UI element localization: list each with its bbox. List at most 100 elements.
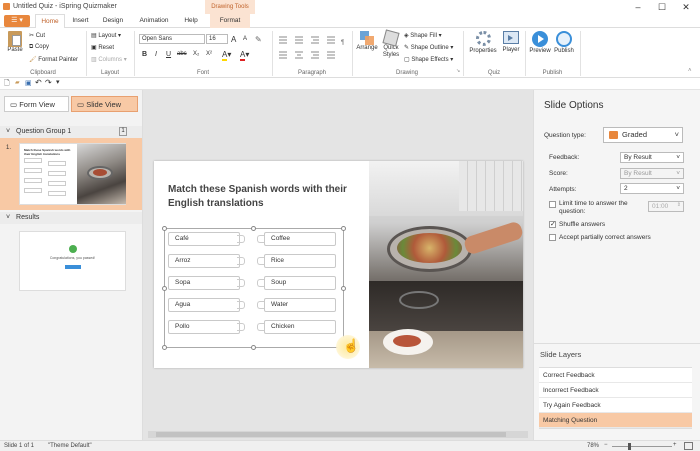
tab-insert[interactable]: Insert <box>68 14 93 28</box>
properties-button[interactable]: Properties <box>468 31 498 54</box>
minimize-button[interactable]: – <box>632 1 644 13</box>
resize-handle[interactable] <box>251 226 256 231</box>
font-size-select[interactable]: 16 <box>206 34 228 44</box>
customize-toolbar-icon[interactable]: ▾ <box>56 78 60 86</box>
zoom-slider-thumb[interactable] <box>628 443 631 450</box>
tab-help[interactable]: Help <box>180 14 202 28</box>
results-header[interactable]: ˅ Results <box>0 212 142 224</box>
layer-incorrect-feedback[interactable]: Incorrect Feedback <box>539 383 692 398</box>
score-select[interactable]: By Result ˅ <box>620 168 684 179</box>
question-group-header[interactable]: ˅ Question Group 1 1 <box>0 126 142 138</box>
tab-design[interactable]: Design <box>98 14 128 28</box>
shape-outline-button[interactable]: ✎ Shape Outline ▾ <box>404 44 453 51</box>
shape-effects-button[interactable]: ▢ Shape Effects ▾ <box>404 56 453 63</box>
attempts-label: Attempts: <box>549 186 577 193</box>
zoom-slider[interactable] <box>612 446 672 447</box>
publish-button[interactable]: Publish <box>552 31 576 54</box>
right-word-item[interactable]: Coffee <box>264 232 336 246</box>
save-icon[interactable]: ▣ <box>25 79 32 87</box>
subscript-button[interactable]: X₂ <box>193 51 199 57</box>
drawing-launcher-icon[interactable]: ↘ <box>456 68 460 74</box>
attempts-select[interactable]: 2 ˅ <box>620 183 684 194</box>
thumbnail-pairs <box>24 158 72 198</box>
resize-handle[interactable] <box>341 226 346 231</box>
tab-home[interactable]: Home <box>35 14 65 28</box>
resize-handle[interactable] <box>162 345 167 350</box>
right-word-item[interactable]: Chicken <box>264 320 336 334</box>
left-word-item[interactable]: Pollo <box>168 320 240 334</box>
resize-handle[interactable] <box>162 286 167 291</box>
highlight-button[interactable]: A▾ <box>222 50 231 61</box>
results-thumbnail[interactable]: Congratulations, you passed! <box>19 231 126 291</box>
resize-handle[interactable] <box>162 226 167 231</box>
question-count-badge: 1 <box>119 127 127 136</box>
slide-view-button[interactable]: ▭ Slide View <box>71 96 138 112</box>
collapse-ribbon-icon[interactable]: ˄ <box>688 68 692 74</box>
left-word-item[interactable]: Sopa <box>168 276 240 290</box>
font-family-select[interactable]: Open Sans <box>139 34 205 44</box>
thumbnail-title: Match these Spanish words with their Eng… <box>24 148 71 156</box>
slide-canvas[interactable]: Match these Spanish words with their Eng… <box>154 161 523 368</box>
fit-to-window-icon[interactable] <box>684 442 693 450</box>
slide-thumbnail[interactable]: Match these Spanish words with their Eng… <box>19 143 126 205</box>
copy-button[interactable]: ⧉ Copy <box>29 44 49 51</box>
right-word-item[interactable]: Water <box>264 298 336 312</box>
right-word-item[interactable]: Rice <box>264 254 336 268</box>
time-limit-input[interactable]: 01:00 ⇕ <box>648 201 684 212</box>
right-word-item[interactable]: Soup <box>264 276 336 290</box>
new-icon[interactable]: 🗋 <box>4 79 10 90</box>
reset-button[interactable]: ▣ Reset <box>91 44 114 51</box>
grow-font-button[interactable]: A <box>231 35 236 44</box>
underline-button[interactable]: U <box>166 51 171 58</box>
publish-group-label: Publish <box>542 70 563 76</box>
resize-handle[interactable] <box>251 345 256 350</box>
undo-icon[interactable]: ↶ <box>35 78 42 87</box>
layer-try-again-feedback[interactable]: Try Again Feedback <box>539 398 692 413</box>
zoom-out-button[interactable]: − <box>604 442 608 448</box>
question-type-select[interactable]: Graded ˅ <box>603 127 683 143</box>
preview-button[interactable]: Preview <box>528 31 552 54</box>
bold-button[interactable]: B <box>142 51 147 58</box>
slide-title[interactable]: Match these Spanish words with their Eng… <box>168 183 348 211</box>
zoom-in-button[interactable]: + <box>673 442 677 448</box>
paint-bucket-icon: ◈ <box>404 33 409 39</box>
spinner-icon: ⇕ <box>676 202 681 208</box>
left-word-item[interactable]: Agua <box>168 298 240 312</box>
tab-format[interactable]: Format <box>210 14 250 28</box>
paste-button[interactable]: Paste <box>5 31 25 53</box>
shrink-font-button[interactable]: A <box>243 36 247 42</box>
left-word-item[interactable]: Arroz <box>168 254 240 268</box>
open-folder-icon[interactable]: ▰ <box>15 79 20 86</box>
player-button[interactable]: Player <box>500 31 522 53</box>
format-painter-button[interactable]: 🖌 Format Painter <box>29 56 78 63</box>
partial-answers-checkbox[interactable] <box>549 234 556 241</box>
shuffle-answers-checkbox[interactable]: ✓ <box>549 221 556 228</box>
layer-matching-question[interactable]: Matching Question <box>539 413 692 428</box>
left-word-item[interactable]: Café <box>168 232 240 246</box>
redo-icon[interactable]: ↷ <box>45 78 52 87</box>
italic-button[interactable]: I <box>155 51 157 58</box>
file-menu-button[interactable]: ☰ ▾ <box>4 15 30 27</box>
layout-button[interactable]: ▤ Layout ▾ <box>91 32 121 39</box>
columns-button[interactable]: ▥ Columns ▾ <box>91 56 127 63</box>
shape-fill-button[interactable]: ◈ Shape Fill ▾ <box>404 32 442 39</box>
layer-correct-feedback[interactable]: Correct Feedback <box>539 368 692 383</box>
close-button[interactable]: ✕ <box>680 1 692 13</box>
cut-button[interactable]: ✂ Cut <box>29 32 45 39</box>
limit-time-checkbox[interactable] <box>549 201 556 208</box>
form-view-button[interactable]: ▭ Form View <box>4 96 69 112</box>
tab-animation[interactable]: Animation <box>134 14 174 28</box>
window-title: Untitled Quiz - iSpring Quizmaker <box>13 3 117 10</box>
paragraph-controls: ¶ <box>277 34 352 64</box>
feedback-select[interactable]: By Result ˅ <box>620 152 684 163</box>
horizontal-scrollbar[interactable] <box>148 431 528 438</box>
maximize-button[interactable]: ☐ <box>656 1 668 13</box>
superscript-button[interactable]: X² <box>206 51 212 57</box>
font-color-button[interactable]: A▾ <box>240 50 249 61</box>
clear-format-icon[interactable]: ✎ <box>255 35 262 44</box>
quick-styles-button[interactable]: Quick Styles <box>380 29 402 59</box>
cooking-photo[interactable] <box>369 161 523 368</box>
resize-handle[interactable] <box>341 286 346 291</box>
arrange-button[interactable]: Arrange <box>356 31 378 51</box>
strikethrough-button[interactable]: abc <box>177 51 187 57</box>
